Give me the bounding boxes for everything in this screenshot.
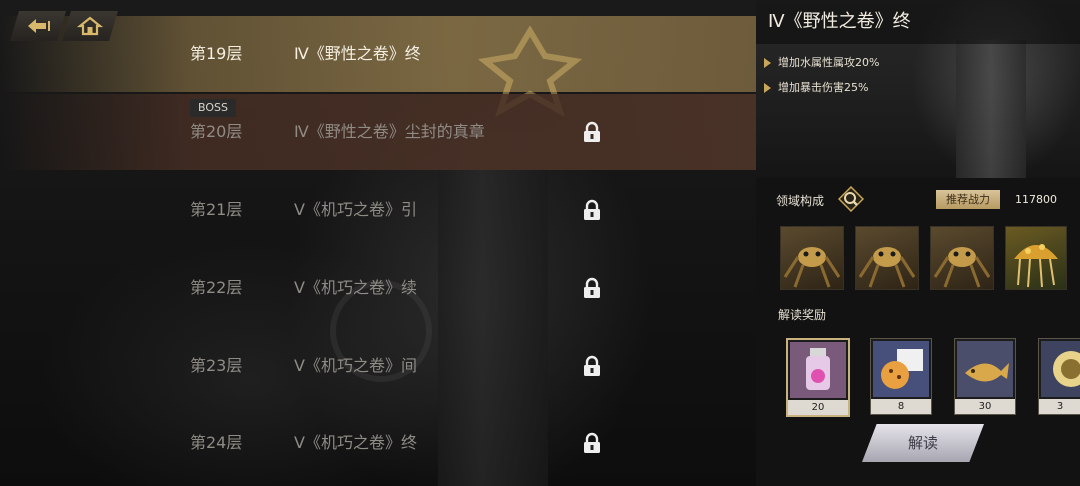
reward-count: 30 (955, 399, 1015, 414)
lock-icon (584, 355, 600, 376)
domain-label: 领域构成 (776, 194, 825, 208)
sandwich-snack-icon (873, 341, 929, 397)
enemy-portrait[interactable] (930, 226, 994, 290)
floor-number: 第21层 (190, 200, 243, 219)
decode-button-label: 解读 (907, 434, 938, 452)
reward-item[interactable]: 8 (870, 338, 932, 415)
floor-list-panel: 第19层 Ⅳ《野性之卷》终 第20层 Ⅳ《野性之卷》尘封的真章 BOSS 第21… (0, 0, 756, 486)
lock-icon (584, 199, 600, 220)
floor-title: Ⅴ《机巧之卷》间 (294, 356, 417, 375)
reward-count: 20 (788, 400, 848, 415)
lock-icon (584, 121, 600, 142)
detail-title-bar: Ⅳ《野性之卷》终 (756, 0, 1080, 44)
reward-item[interactable]: 30 (954, 338, 1016, 415)
reward-count: 3 (1039, 399, 1080, 414)
floor-row-21[interactable]: 第21层 Ⅴ《机巧之卷》引 (0, 172, 756, 248)
preview-tower (956, 40, 1026, 178)
golden-fish-icon (957, 341, 1013, 397)
jellyfish-enemy-icon (1014, 244, 1058, 288)
floor-row-20[interactable]: 第20层 Ⅳ《野性之卷》尘封的真章 (0, 94, 756, 170)
floor-title: Ⅴ《机巧之卷》终 (294, 433, 417, 452)
lock-icon (584, 277, 600, 298)
mantis-enemy-icon (858, 247, 916, 288)
floor-row-22[interactable]: 第22层 Ⅴ《机巧之卷》续 (0, 250, 756, 326)
reward-count: 8 (871, 399, 931, 414)
floor-row-24[interactable]: 第24层 Ⅴ《机巧之卷》终 (0, 405, 756, 481)
search-icon[interactable] (838, 186, 864, 212)
orb-icon (1041, 341, 1080, 397)
reward-item[interactable]: 20 (786, 338, 850, 417)
floor-title: Ⅳ《野性之卷》终 (294, 44, 421, 63)
mantis-enemy-icon (933, 247, 991, 288)
home-icon (76, 16, 104, 36)
floor-number: 第19层 (190, 44, 243, 63)
enemy-portrait[interactable] (1005, 226, 1067, 290)
floor-title: Ⅳ《野性之卷》尘封的真章 (294, 122, 485, 141)
floor-row-19[interactable]: 第19层 Ⅳ《野性之卷》终 (0, 16, 756, 116)
mantis-enemy-icon (783, 247, 841, 288)
buff-item: 增加暴击伤害25% (764, 80, 868, 96)
recommended-power-value: 117800 (1015, 193, 1057, 206)
floor-number: 第23层 (190, 356, 243, 375)
floor-title: Ⅴ《机巧之卷》续 (294, 278, 417, 297)
potion-jar-icon (790, 342, 846, 398)
floor-title: Ⅴ《机巧之卷》引 (294, 200, 417, 219)
lock-icon (584, 432, 600, 453)
boss-badge: BOSS (190, 99, 236, 117)
home-button[interactable] (62, 11, 118, 41)
enemy-portrait[interactable] (855, 226, 919, 290)
back-arrow-icon (28, 19, 50, 33)
buff-item: 增加水属性属攻20% (764, 55, 879, 71)
reward-item[interactable]: 3 (1038, 338, 1080, 415)
floor-row-23[interactable]: 第23层 Ⅴ《机巧之卷》间 (0, 328, 756, 404)
floor-number: 第22层 (190, 278, 243, 297)
enemy-portrait[interactable] (780, 226, 844, 290)
recommended-power-tag: 推荐战力 (936, 190, 1000, 209)
reward-label: 解读奖励 (778, 308, 827, 322)
detail-title: Ⅳ《野性之卷》终 (768, 11, 911, 32)
back-button[interactable] (10, 11, 66, 41)
floor-number: 第24层 (190, 433, 243, 452)
